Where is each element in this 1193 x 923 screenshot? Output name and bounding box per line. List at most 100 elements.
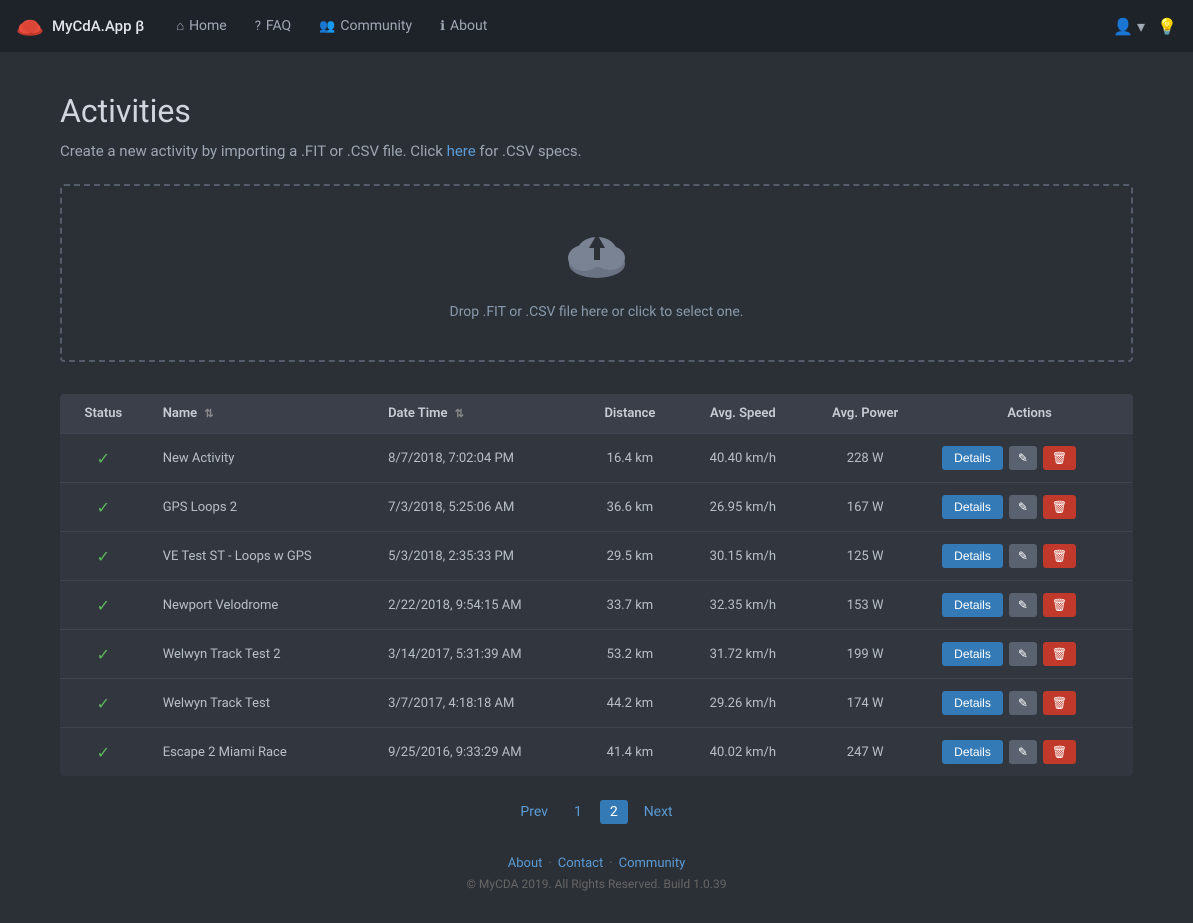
name-cell: Escape 2 Miami Race [147, 728, 372, 777]
edit-icon: ✎ [1018, 549, 1028, 563]
col-name[interactable]: Name ⇅ [147, 394, 372, 434]
details-button[interactable]: Details [942, 642, 1003, 666]
check-icon: ✓ [97, 743, 110, 762]
community-icon: 👥 [319, 19, 335, 34]
delete-button[interactable]: 🗑 [1043, 544, 1076, 568]
details-button[interactable]: Details [942, 740, 1003, 764]
col-distance: Distance [578, 394, 681, 434]
nav-about[interactable]: ℹ About [428, 12, 499, 40]
page-1-btn[interactable]: 1 [564, 800, 592, 824]
name-cell: Newport Velodrome [147, 581, 372, 630]
subtitle-pre: Create a new activity by importing a .FI… [60, 142, 443, 160]
details-button[interactable]: Details [942, 544, 1003, 568]
edit-button[interactable]: ✎ [1009, 642, 1037, 666]
trash-icon: 🗑 [1052, 696, 1067, 710]
trash-icon: 🗑 [1052, 451, 1067, 465]
col-avg-speed: Avg. Speed [682, 394, 805, 434]
csv-specs-link[interactable]: here [447, 142, 476, 160]
check-icon: ✓ [97, 596, 110, 615]
check-icon: ✓ [97, 694, 110, 713]
table-body: ✓ New Activity 8/7/2018, 7:02:04 PM 16.4… [60, 434, 1133, 777]
delete-button[interactable]: 🗑 [1043, 593, 1076, 617]
avg-power-cell: 199 W [804, 630, 926, 679]
main-content: Activities Create a new activity by impo… [0, 52, 1193, 923]
nav-community[interactable]: 👥 Community [307, 12, 424, 40]
activity-table: Status Name ⇅ Date Time ⇅ Distance Avg. … [60, 394, 1133, 776]
check-icon: ✓ [97, 449, 110, 468]
footer-community[interactable]: Community [619, 856, 686, 871]
edit-button[interactable]: ✎ [1009, 740, 1037, 764]
navbar-right: 👤 ▾ 💡 [1113, 17, 1177, 36]
table-row: ✓ Welwyn Track Test 2 3/14/2017, 5:31:39… [60, 630, 1133, 679]
delete-button[interactable]: 🗑 [1043, 495, 1076, 519]
delete-button[interactable]: 🗑 [1043, 740, 1076, 764]
datetime-cell: 9/25/2016, 9:33:29 AM [372, 728, 578, 777]
nav-faq[interactable]: ? FAQ [243, 12, 303, 40]
name-cell: Welwyn Track Test 2 [147, 630, 372, 679]
nav-home[interactable]: ⌂ Home [164, 12, 239, 40]
trash-icon: 🗑 [1052, 745, 1067, 759]
name-cell: VE Test ST - Loops w GPS [147, 532, 372, 581]
distance-cell: 16.4 km [578, 434, 681, 483]
check-icon: ✓ [97, 645, 110, 664]
delete-button[interactable]: 🗑 [1043, 642, 1076, 666]
prev-page[interactable]: Prev [512, 800, 556, 824]
actions-cell: Details ✎ 🗑 [926, 434, 1133, 483]
details-button[interactable]: Details [942, 691, 1003, 715]
page-title: Activities [60, 92, 1133, 130]
check-icon: ✓ [97, 547, 110, 566]
status-cell: ✓ [60, 434, 147, 483]
user-icon[interactable]: 👤 ▾ [1113, 17, 1145, 36]
bell-icon[interactable]: 💡 [1157, 17, 1177, 36]
footer-about[interactable]: About [508, 856, 543, 871]
edit-icon: ✎ [1018, 647, 1028, 661]
datetime-cell: 2/22/2018, 9:54:15 AM [372, 581, 578, 630]
status-cell: ✓ [60, 679, 147, 728]
edit-button[interactable]: ✎ [1009, 691, 1037, 715]
table-row: ✓ Welwyn Track Test 3/7/2017, 4:18:18 AM… [60, 679, 1133, 728]
datetime-cell: 8/7/2018, 7:02:04 PM [372, 434, 578, 483]
footer-contact[interactable]: Contact [558, 856, 603, 871]
edit-icon: ✎ [1018, 451, 1028, 465]
edit-button[interactable]: ✎ [1009, 495, 1037, 519]
avg-power-cell: 153 W [804, 581, 926, 630]
details-button[interactable]: Details [942, 446, 1003, 470]
col-datetime[interactable]: Date Time ⇅ [372, 394, 578, 434]
edit-button[interactable]: ✎ [1009, 544, 1037, 568]
edit-button[interactable]: ✎ [1009, 446, 1037, 470]
upload-zone[interactable]: Drop .FIT or .CSV file here or click to … [60, 184, 1133, 362]
brand-name: MyCdA.App β [52, 17, 144, 35]
details-button[interactable]: Details [942, 593, 1003, 617]
datetime-sort-icon: ⇅ [455, 407, 464, 420]
navbar-left: MyCdA.App β ⌂ Home ? FAQ 👥 Community ℹ A… [16, 12, 499, 40]
avg-speed-cell: 26.95 km/h [682, 483, 805, 532]
footer-links: About · Contact · Community [60, 856, 1133, 871]
distance-cell: 36.6 km [578, 483, 681, 532]
avg-speed-cell: 32.35 km/h [682, 581, 805, 630]
name-sort-icon: ⇅ [204, 407, 213, 420]
upload-prompt: Drop .FIT or .CSV file here or click to … [82, 304, 1111, 320]
avg-speed-cell: 29.26 km/h [682, 679, 805, 728]
faq-icon: ? [255, 19, 261, 34]
delete-button[interactable]: 🗑 [1043, 691, 1076, 715]
actions-cell: Details ✎ 🗑 [926, 630, 1133, 679]
upload-cloud-icon [562, 226, 632, 286]
datetime-cell: 7/3/2018, 5:25:06 AM [372, 483, 578, 532]
navbar: MyCdA.App β ⌂ Home ? FAQ 👥 Community ℹ A… [0, 0, 1193, 52]
delete-button[interactable]: 🗑 [1043, 446, 1076, 470]
table-row: ✓ VE Test ST - Loops w GPS 5/3/2018, 2:3… [60, 532, 1133, 581]
next-page[interactable]: Next [636, 800, 681, 824]
avg-power-cell: 125 W [804, 532, 926, 581]
details-button[interactable]: Details [942, 495, 1003, 519]
check-icon: ✓ [97, 498, 110, 517]
brand-logo[interactable]: MyCdA.App β [16, 12, 144, 40]
col-actions: Actions [926, 394, 1133, 434]
footer-dot-1: · [548, 856, 551, 871]
edit-button[interactable]: ✎ [1009, 593, 1037, 617]
page-2-btn[interactable]: 2 [600, 800, 628, 824]
avg-speed-cell: 40.02 km/h [682, 728, 805, 777]
status-cell: ✓ [60, 532, 147, 581]
footer: About · Contact · Community © MyCDA 2019… [60, 840, 1133, 903]
trash-icon: 🗑 [1052, 549, 1067, 563]
edit-icon: ✎ [1018, 500, 1028, 514]
